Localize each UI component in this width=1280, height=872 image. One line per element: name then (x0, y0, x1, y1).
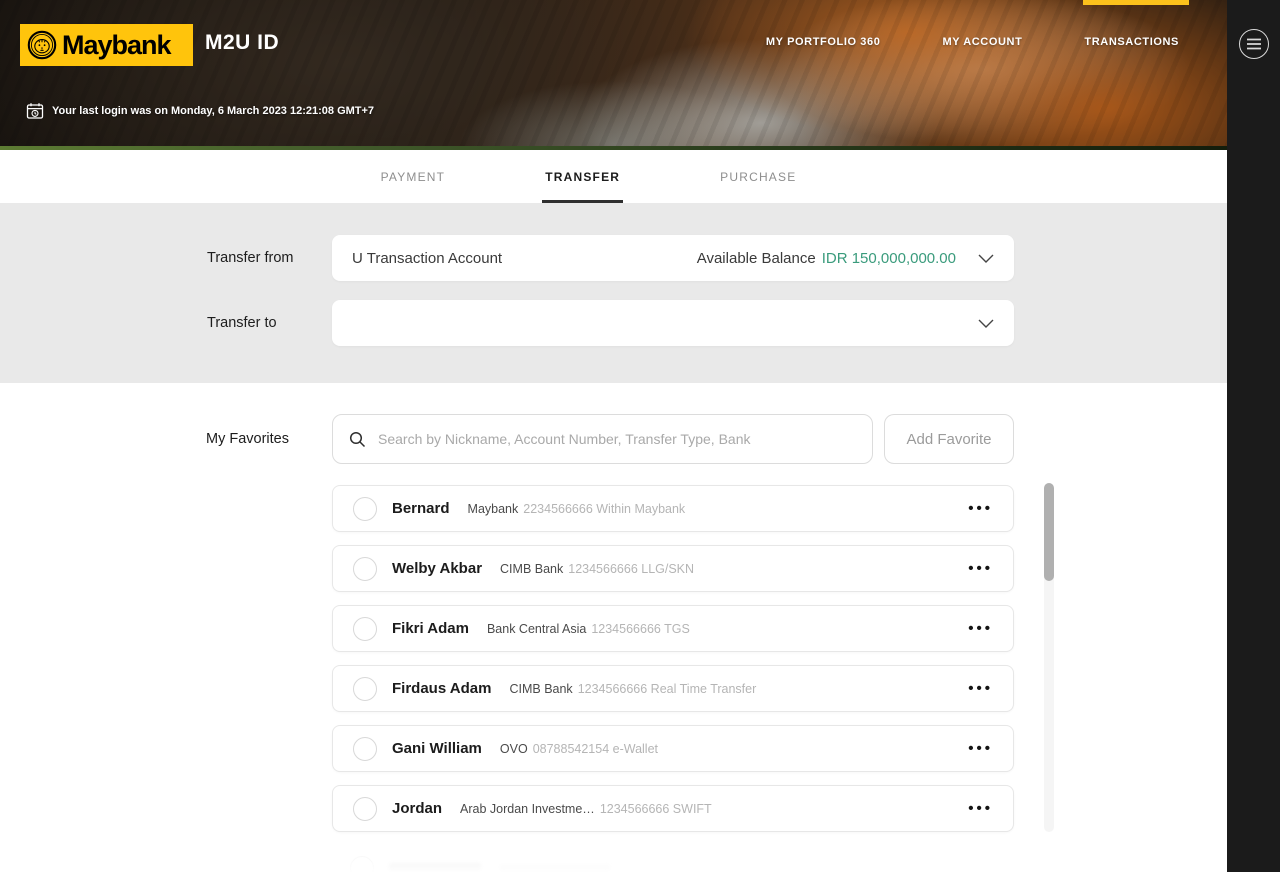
favorite-bank: OVO (499, 741, 528, 756)
list-scrollbar-thumb[interactable] (1044, 483, 1054, 581)
app-root: Maybank M2U ID MY PORTFOLIO 360 MY ACCOU… (0, 0, 1280, 872)
favorite-bank: Maybank (467, 501, 519, 516)
select-radio[interactable] (353, 676, 377, 701)
favorite-name: Bernard (392, 500, 450, 517)
search-input[interactable] (378, 431, 856, 447)
favorites-list: Bernard Maybank 2234566666 Within Mayban… (332, 485, 1014, 832)
favorites-search[interactable] (332, 414, 873, 464)
row-menu-button[interactable]: ••• (968, 560, 993, 577)
partial-text-smudge (389, 863, 481, 872)
favorite-details: 1234566666 LLG/SKN (568, 561, 695, 576)
favorite-name: Jordan (392, 800, 443, 817)
tab-bar: PAYMENT TRANSFER PURCHASE (0, 150, 1227, 203)
favorite-list-item[interactable]: Fikri Adam Bank Central Asia 1234566666 … (332, 605, 1014, 652)
favorite-list-item[interactable]: Firdaus Adam CIMB Bank 1234566666 Real T… (332, 665, 1014, 712)
hamburger-icon (1246, 38, 1261, 50)
nav-active-indicator (1083, 0, 1189, 5)
favorite-bank: Bank Central Asia (486, 621, 587, 636)
header-hero: Maybank M2U ID MY PORTFOLIO 360 MY ACCOU… (0, 0, 1227, 150)
favorite-name: Welby Akbar (392, 560, 483, 577)
transfer-from-label: Transfer from (207, 250, 294, 266)
select-radio[interactable] (353, 556, 377, 581)
my-favorites-label: My Favorites (206, 431, 289, 447)
nav-transactions[interactable]: TRANSACTIONS (1084, 36, 1179, 48)
add-favorite-button[interactable]: Add Favorite (884, 414, 1014, 464)
favorite-list-item[interactable]: Welby Akbar CIMB Bank 1234566666 LLG/SKN… (332, 545, 1014, 592)
calendar-clock-icon (26, 103, 44, 119)
favorites-header: My Favorites Add Favorite (206, 414, 1227, 464)
last-login-text: Your last login was on Monday, 6 March 2… (52, 105, 375, 117)
transfer-to-row: Transfer to (207, 300, 1227, 346)
favorite-details: 1234566666 Real Time Transfer (577, 681, 757, 696)
transfer-from-select[interactable]: U Transaction Account Available Balance … (332, 235, 1014, 281)
bottom-fade (0, 846, 1227, 872)
chevron-down-icon[interactable] (978, 319, 994, 328)
favorite-details: 1234566666 SWIFT (599, 801, 712, 816)
favorite-details: 2234566666 Within Maybank (523, 501, 686, 516)
maybank-wordmark: Maybank (62, 29, 172, 60)
transfer-from-row: Transfer from U Transaction Account Avai… (207, 235, 1227, 281)
row-menu-button[interactable]: ••• (968, 740, 993, 757)
favorite-name: Gani William (392, 740, 482, 757)
favorite-list-item[interactable]: Jordan Arab Jordan Investme… 1234566666 … (332, 785, 1014, 832)
available-balance-value: IDR 150,000,000.00 (821, 249, 956, 267)
select-radio (350, 856, 374, 872)
select-radio[interactable] (353, 496, 377, 521)
favorite-details: 08788542154 e-Wallet (532, 741, 659, 756)
select-radio[interactable] (353, 736, 377, 761)
transfer-from-account: U Transaction Account (352, 249, 503, 267)
favorite-bank: Arab Jordan Investme… (460, 801, 595, 816)
favorite-name: Fikri Adam (392, 620, 469, 637)
top-nav: MY PORTFOLIO 360 MY ACCOUNT TRANSACTIONS (766, 36, 1179, 48)
last-login: Your last login was on Monday, 6 March 2… (26, 102, 374, 120)
transfer-form: Transfer from U Transaction Account Avai… (0, 203, 1227, 383)
main-area: Maybank M2U ID MY PORTFOLIO 360 MY ACCOU… (0, 0, 1227, 872)
transfer-to-label: Transfer to (207, 315, 277, 331)
favorite-name: Firdaus Adam (392, 680, 492, 697)
tab-payment[interactable]: PAYMENT (381, 150, 446, 203)
chevron-down-icon[interactable] (978, 254, 994, 263)
favorite-bank: CIMB Bank (500, 561, 564, 576)
maybank-logo[interactable]: Maybank (20, 24, 193, 66)
row-menu-button[interactable]: ••• (968, 680, 993, 697)
tab-purchase[interactable]: PURCHASE (720, 150, 796, 203)
select-radio[interactable] (353, 616, 377, 641)
app-title: M2U ID (205, 31, 280, 54)
nav-my-account[interactable]: MY ACCOUNT (942, 36, 1022, 48)
search-icon (349, 431, 366, 447)
favorites-section: My Favorites Add Favorite Bernard Mayban… (0, 414, 1227, 832)
hamburger-menu-button[interactable] (1238, 29, 1269, 59)
favorite-details: 1234566666 TGS (591, 621, 690, 636)
favorite-bank: CIMB Bank (509, 681, 573, 696)
favorite-list-item[interactable]: Gani William OVO 08788542154 e-Wallet ••… (332, 725, 1014, 772)
favorite-list-item[interactable]: Bernard Maybank 2234566666 Within Mayban… (332, 485, 1014, 532)
right-rail (1227, 0, 1280, 872)
tiger-emblem-icon (27, 30, 57, 60)
select-radio[interactable] (353, 796, 377, 821)
row-menu-button[interactable]: ••• (968, 620, 993, 637)
list-item-partial (332, 845, 1014, 872)
tab-transfer[interactable]: TRANSFER (542, 150, 624, 203)
row-menu-button[interactable]: ••• (968, 800, 993, 817)
list-scrollbar-track[interactable] (1044, 483, 1054, 832)
header-photo-grass (0, 146, 1227, 150)
partial-text-smudge (500, 865, 610, 872)
nav-my-portfolio-360[interactable]: MY PORTFOLIO 360 (766, 36, 881, 48)
available-balance-label: Available Balance (696, 249, 816, 267)
transfer-to-select[interactable] (332, 300, 1014, 346)
row-menu-button[interactable]: ••• (968, 500, 993, 517)
